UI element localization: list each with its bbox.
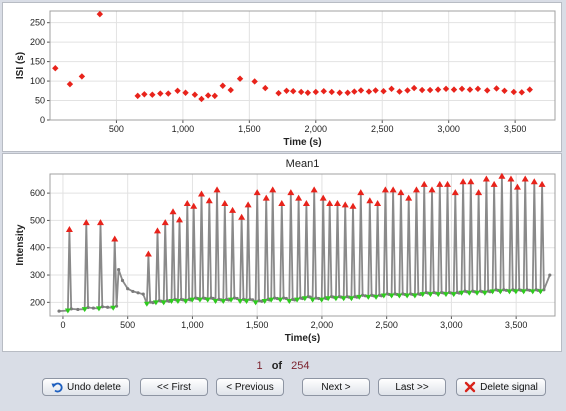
y-tick-label: 0 bbox=[40, 115, 45, 125]
y-tick-label: 200 bbox=[30, 297, 45, 307]
x-tick-label: 500 bbox=[120, 320, 135, 330]
first-label: << First bbox=[157, 381, 191, 393]
x-tick-label: 3,500 bbox=[505, 320, 528, 330]
delete-signal-label: Delete signal bbox=[480, 381, 538, 393]
isi-scatter-chart: 500 1,000 1,500 2,000 2,500 3,000 3,500 0 50 100 1… bbox=[15, 10, 556, 148]
first-button[interactable]: << First bbox=[140, 378, 208, 396]
undo-delete-label: Undo delete bbox=[67, 381, 121, 393]
undo-delete-button[interactable]: Undo delete bbox=[42, 378, 130, 396]
x-tick-label: 1,500 bbox=[238, 124, 261, 134]
y-tick-label: 600 bbox=[30, 188, 45, 198]
y-axis-label: ISI (s) bbox=[15, 52, 26, 79]
y-axis-label: Intensity bbox=[15, 224, 26, 266]
x-tick-label: 2,500 bbox=[375, 320, 398, 330]
trace-sample-point bbox=[117, 267, 121, 272]
y-tick-label: 400 bbox=[30, 243, 45, 253]
trace-sample-point bbox=[106, 305, 110, 309]
undo-icon bbox=[51, 382, 63, 393]
y-tick-label: 300 bbox=[30, 270, 45, 280]
x-axis-label: Time(s) bbox=[285, 333, 320, 344]
page-of-label: of bbox=[271, 360, 283, 372]
isi-chart-panel: 500 1,000 1,500 2,000 2,500 3,000 3,500 0 50 100 1… bbox=[2, 2, 562, 152]
x-tick-label: 1,000 bbox=[181, 320, 204, 330]
x-tick-label: 0 bbox=[60, 320, 65, 330]
x-tick-label: 2,000 bbox=[311, 320, 334, 330]
last-label: Last >> bbox=[395, 381, 429, 393]
last-button[interactable]: Last >> bbox=[378, 378, 446, 396]
trace-sample-point bbox=[120, 278, 125, 283]
trace-sample-point bbox=[548, 273, 552, 277]
x-tick-label: 2,500 bbox=[371, 124, 394, 134]
next-button[interactable]: Next > bbox=[302, 378, 370, 396]
previous-button[interactable]: < Previous bbox=[216, 378, 284, 396]
y-tick-label: 150 bbox=[30, 57, 45, 67]
trace-sample-point bbox=[57, 309, 61, 313]
total-pages-number: 254 bbox=[291, 360, 310, 372]
delete-signal-button[interactable]: Delete signal bbox=[456, 378, 546, 396]
x-axis-label: Time (s) bbox=[283, 137, 321, 148]
trace-sample-point bbox=[126, 287, 130, 291]
plot-area bbox=[49, 10, 556, 121]
current-page-number: 1 bbox=[256, 360, 263, 372]
previous-label: < Previous bbox=[226, 381, 274, 393]
red-x-icon bbox=[464, 381, 476, 393]
trace-sample-point bbox=[136, 291, 140, 295]
x-tick-label: 3,000 bbox=[437, 124, 460, 134]
trace-sample-point bbox=[91, 306, 95, 310]
y-tick-label: 200 bbox=[30, 37, 45, 47]
navigation-bar: 1 of 254 Undo delete << First < Previous… bbox=[0, 356, 566, 411]
y-tick-label: 500 bbox=[30, 215, 45, 225]
trace-sample-point bbox=[76, 307, 80, 312]
x-tick-label: 2,000 bbox=[305, 124, 328, 134]
x-tick-label: 3,000 bbox=[440, 320, 463, 330]
next-label: Next > bbox=[321, 381, 351, 393]
intensity-trace-chart: Mean1 0 500 1,000 1,500 2,000 2,500 3,000 3,500 2… bbox=[15, 158, 556, 344]
y-tick-label: 250 bbox=[30, 18, 45, 28]
trace-sample-point bbox=[141, 292, 145, 296]
y-tick-label: 100 bbox=[30, 76, 45, 86]
trace-sample-point bbox=[131, 289, 135, 294]
page-indicator: 1 of 254 bbox=[0, 360, 566, 372]
x-tick-label: 1,500 bbox=[246, 320, 269, 330]
x-tick-label: 1,000 bbox=[172, 124, 195, 134]
y-tick-label: 50 bbox=[35, 96, 45, 106]
intensity-chart-panel: Mean1 0 500 1,000 1,500 2,000 2,500 3,000 3,500 2… bbox=[2, 153, 562, 352]
x-tick-label: 3,500 bbox=[504, 124, 527, 134]
x-tick-label: 500 bbox=[109, 124, 124, 134]
chart-title: Mean1 bbox=[286, 158, 320, 170]
